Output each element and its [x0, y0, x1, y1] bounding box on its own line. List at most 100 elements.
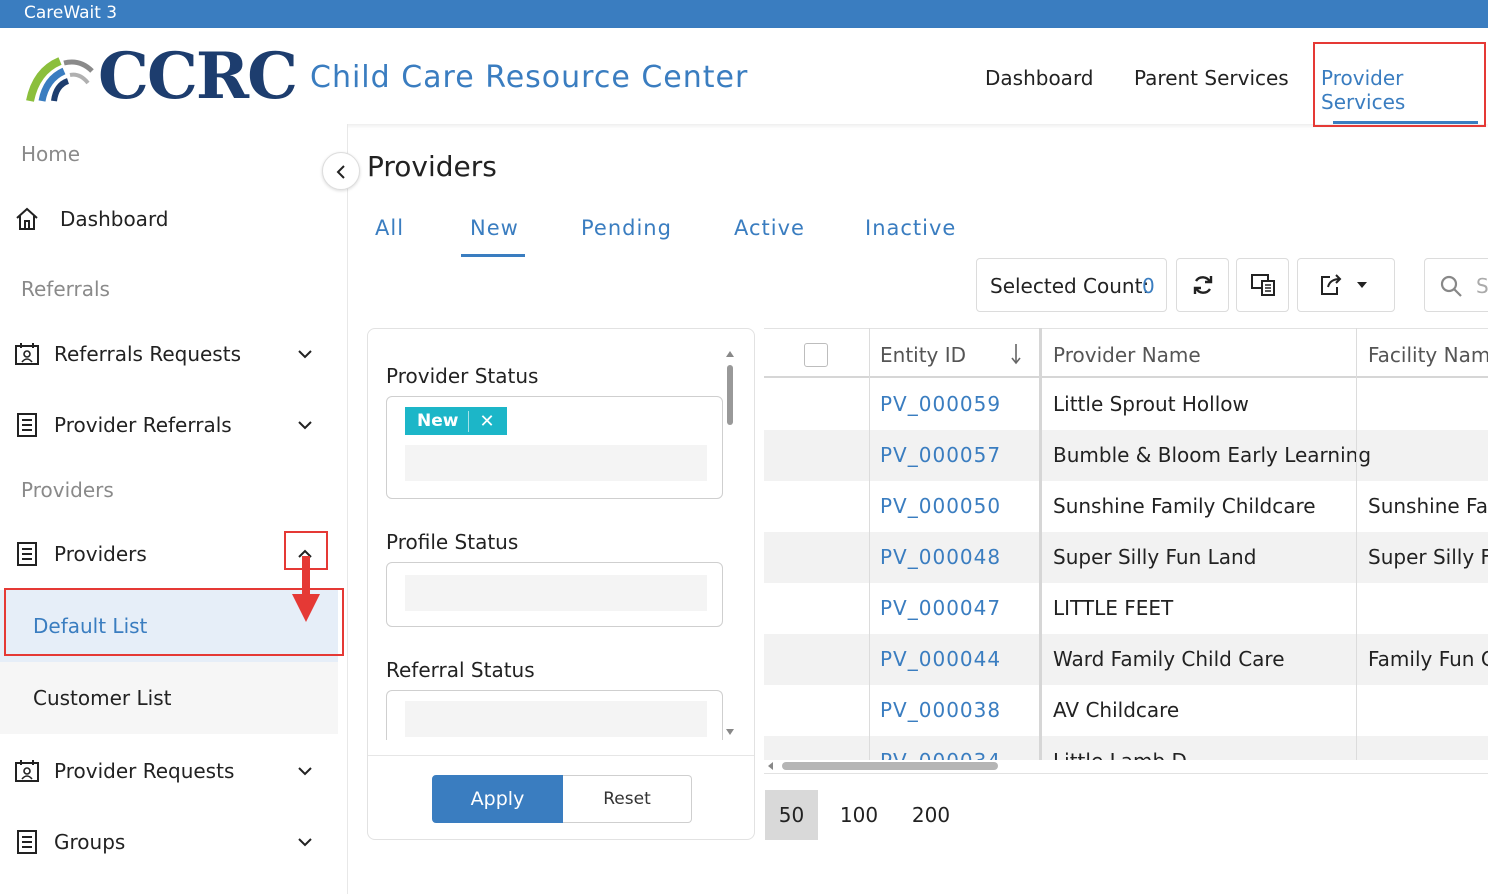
- tab-new[interactable]: New: [470, 216, 519, 240]
- column-header-facility-name[interactable]: Facility Name: [1368, 343, 1488, 367]
- calendar-user-icon: [15, 343, 39, 365]
- sidebar-item-label: Providers: [54, 542, 147, 566]
- chevron-down-icon[interactable]: [296, 833, 314, 851]
- tab-pending[interactable]: Pending: [581, 216, 672, 240]
- entity-id-link[interactable]: PV_000048: [880, 545, 1001, 569]
- sidebar-item-label: Dashboard: [60, 207, 169, 231]
- provider-status-input[interactable]: [405, 445, 707, 481]
- entity-id-link[interactable]: PV_000057: [880, 443, 1001, 467]
- facility-name-cell: Sunshine Fan: [1368, 494, 1488, 518]
- chevron-left-icon: [336, 165, 345, 179]
- sort-descending-icon[interactable]: [1010, 343, 1022, 365]
- table-row[interactable]: PV_000034 Little Lamb D: [764, 736, 1488, 760]
- app-title: CareWait 3: [24, 3, 118, 23]
- caret-down-icon: [1357, 282, 1367, 288]
- page-title: Providers: [367, 150, 497, 183]
- entity-id-link[interactable]: PV_000059: [880, 392, 1001, 416]
- chevron-down-icon[interactable]: [296, 345, 314, 363]
- red-arrow-down-icon: [292, 556, 320, 622]
- grid-horizontal-scrollbar[interactable]: [764, 758, 1488, 774]
- sidebar-section-referrals: Referrals: [21, 277, 110, 301]
- scrollbar-thumb[interactable]: [782, 762, 998, 770]
- table-row[interactable]: PV_000044 Ward Family Child Care Family …: [764, 634, 1488, 685]
- profile-status-input[interactable]: [405, 575, 707, 611]
- sidebar-home[interactable]: Home: [21, 142, 80, 166]
- table-row[interactable]: PV_000038 AV Childcare: [764, 685, 1488, 736]
- collapse-sidebar-button[interactable]: [322, 152, 360, 190]
- filter-scrollbar[interactable]: [724, 349, 736, 739]
- provider-name-cell: Super Silly Fun Land: [1053, 545, 1257, 569]
- sidebar-subitem-customer-list[interactable]: Customer List: [0, 662, 338, 734]
- referral-status-label: Referral Status: [386, 658, 535, 682]
- entity-id-link[interactable]: PV_000050: [880, 494, 1001, 518]
- export-dropdown-button[interactable]: [1297, 258, 1395, 312]
- highlight-box-provider-services: [1313, 42, 1486, 127]
- table-row[interactable]: PV_000059 Little Sprout Hollow: [764, 379, 1488, 430]
- column-chooser-icon: [1251, 274, 1275, 296]
- provider-status-field[interactable]: New ✕: [386, 396, 723, 499]
- tab-inactive[interactable]: Inactive: [865, 216, 956, 240]
- sidebar-item-dashboard[interactable]: Dashboard: [0, 194, 340, 244]
- apply-button[interactable]: Apply: [432, 775, 563, 823]
- provider-name-cell: Sunshine Family Childcare: [1053, 494, 1316, 518]
- nav-parent-services[interactable]: Parent Services: [1134, 66, 1289, 90]
- column-divider: [1039, 328, 1042, 760]
- header: CCRC Child Care Resource Center Dashboar…: [0, 28, 1488, 124]
- sidebar-item-groups[interactable]: Groups: [0, 817, 340, 867]
- facility-name-cell: Family Fun C: [1368, 647, 1488, 671]
- search-placeholder: S: [1476, 274, 1488, 298]
- refresh-icon: [1193, 276, 1213, 294]
- ccrc-logo[interactable]: CCRC Child Care Resource Center: [26, 42, 748, 112]
- table-row[interactable]: PV_000057 Bumble & Bloom Early Learning: [764, 430, 1488, 481]
- chevron-down-icon[interactable]: [296, 416, 314, 434]
- list-document-icon: [17, 413, 37, 437]
- selected-count-value: 0: [1142, 274, 1155, 298]
- list-document-icon: [17, 830, 37, 854]
- table-row[interactable]: PV_000050 Sunshine Family Childcare Suns…: [764, 481, 1488, 532]
- chevron-down-icon[interactable]: [296, 762, 314, 780]
- provider-name-cell: LITTLE FEET: [1053, 596, 1174, 620]
- tab-active[interactable]: Active: [734, 216, 805, 240]
- profile-status-field[interactable]: [386, 562, 723, 627]
- sidebar-item-provider-requests[interactable]: Provider Requests: [0, 746, 340, 796]
- column-header-provider-name[interactable]: Provider Name: [1053, 343, 1201, 367]
- scroll-left-icon[interactable]: [766, 761, 776, 771]
- referral-status-field[interactable]: [386, 690, 723, 740]
- calendar-user-icon: [15, 760, 39, 782]
- logo-text: CCRC: [98, 39, 298, 114]
- table-row[interactable]: PV_000047 LITTLE FEET: [764, 583, 1488, 634]
- sidebar: Home Dashboard Referrals Referrals Reque…: [0, 124, 348, 894]
- column-chooser-button[interactable]: [1236, 258, 1289, 312]
- referral-status-input[interactable]: [405, 701, 707, 737]
- provider-name-cell: Little Sprout Hollow: [1053, 392, 1249, 416]
- refresh-button[interactable]: [1176, 258, 1229, 312]
- table-row[interactable]: PV_000048 Super Silly Fun Land Super Sil…: [764, 532, 1488, 583]
- entity-id-link[interactable]: PV_000044: [880, 647, 1001, 671]
- provider-name-cell: Bumble & Bloom Early Learning: [1053, 443, 1372, 467]
- ccrc-logo-mark-icon: [26, 57, 94, 102]
- facility-name-cell: Super Silly Fu: [1368, 545, 1488, 569]
- entity-id-link[interactable]: PV_000047: [880, 596, 1001, 620]
- sidebar-item-label: Groups: [54, 830, 126, 854]
- page-size-50[interactable]: 50: [765, 790, 818, 840]
- column-divider: [1356, 328, 1357, 760]
- sidebar-item-label: Provider Requests: [54, 759, 235, 783]
- search-input[interactable]: S: [1424, 258, 1488, 312]
- entity-id-link[interactable]: PV_000038: [880, 698, 1001, 722]
- column-divider: [869, 328, 870, 760]
- close-icon[interactable]: ✕: [468, 410, 495, 432]
- list-document-icon: [17, 542, 37, 566]
- profile-status-label: Profile Status: [386, 530, 519, 554]
- sidebar-item-referrals-requests[interactable]: Referrals Requests: [0, 329, 340, 379]
- selected-count-label: Selected Count:: [990, 274, 1150, 298]
- select-all-checkbox[interactable]: [804, 343, 828, 367]
- sidebar-item-provider-referrals[interactable]: Provider Referrals: [0, 400, 340, 450]
- column-header-entity-id[interactable]: Entity ID: [880, 343, 966, 367]
- page-size-200[interactable]: 200: [902, 790, 960, 840]
- reset-button[interactable]: Reset: [563, 775, 692, 823]
- page-size-100[interactable]: 100: [832, 790, 886, 840]
- nav-dashboard[interactable]: Dashboard: [985, 66, 1094, 90]
- sidebar-item-label: Referrals Requests: [54, 342, 241, 366]
- tab-all[interactable]: All: [375, 216, 404, 240]
- filter-chip-new[interactable]: New ✕: [405, 407, 507, 435]
